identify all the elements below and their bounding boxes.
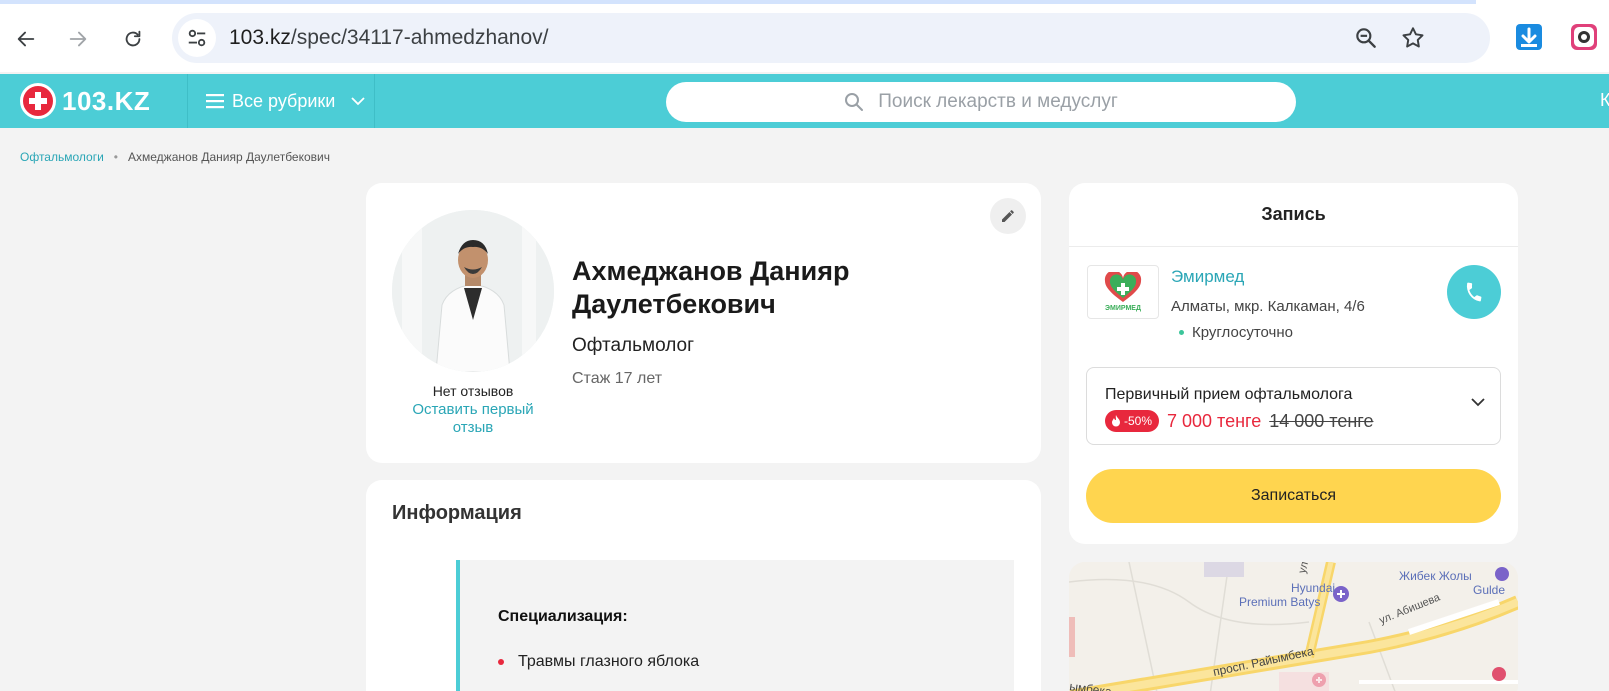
edit-button[interactable] bbox=[990, 198, 1026, 234]
doctor-experience: Стаж 17 лет bbox=[572, 370, 663, 387]
map-label-gulder: Gulde bbox=[1473, 583, 1505, 597]
browser-toolbar: 103.kz/spec/34117-ahmedzhanov/ bbox=[0, 0, 1609, 72]
map-label-hyundai: Hyundai bbox=[1291, 581, 1335, 595]
header-edge-link[interactable]: К bbox=[1600, 90, 1609, 111]
booking-card: Запись ЭМИРМЕД Эмирмед Алматы, мкр. Калк… bbox=[1069, 183, 1518, 544]
clinic-address: Алматы, мкр. Калкаман, 4/6 bbox=[1171, 298, 1365, 315]
url-path: /spec/34117-ahmedzhanov/ bbox=[290, 26, 549, 49]
phone-icon bbox=[1466, 282, 1482, 302]
url-text[interactable]: 103.kz/spec/34117-ahmedzhanov/ bbox=[229, 26, 549, 50]
zoom-out-icon[interactable] bbox=[1353, 25, 1379, 51]
arrow-right-icon bbox=[69, 31, 87, 47]
all-categories-label: Все рубрики bbox=[232, 90, 336, 111]
medical-cross-icon bbox=[20, 83, 56, 119]
tab-strip-edge bbox=[0, 0, 1609, 4]
clinic-hours: Круглосуточно bbox=[1179, 324, 1293, 341]
map-label-jibek: Жибек Жолы bbox=[1399, 569, 1472, 583]
breadcrumb: Офтальмологи • Ахмеджанов Данияр Даулетб… bbox=[20, 150, 330, 164]
url-domain: 103.kz bbox=[229, 26, 291, 49]
specialization-label: Специализация: bbox=[498, 608, 628, 625]
leave-review-link[interactable]: Оставить первый отзыв bbox=[403, 401, 543, 437]
discount-text: -50% bbox=[1124, 414, 1153, 428]
bullet-icon bbox=[498, 659, 504, 665]
info-title: Информация bbox=[392, 502, 522, 524]
service-name: Первичный прием офтальмолога bbox=[1105, 386, 1353, 403]
back-button[interactable] bbox=[9, 22, 43, 56]
booking-title: Запись bbox=[1069, 183, 1518, 247]
arrow-left-icon bbox=[17, 31, 35, 47]
address-bar[interactable]: 103.kz/spec/34117-ahmedzhanov/ bbox=[172, 13, 1490, 63]
search-input[interactable]: Поиск лекарств и медуслуг bbox=[666, 82, 1296, 122]
status-dot-icon bbox=[1179, 330, 1184, 335]
search-placeholder: Поиск лекарств и медуслуг bbox=[878, 91, 1118, 112]
clinic-map[interactable]: Hyundai Premium Batys Жибек Жолы Gulde у… bbox=[1069, 562, 1518, 691]
map-label-premium: Premium Batys bbox=[1239, 595, 1320, 609]
tune-icon bbox=[188, 29, 206, 47]
breadcrumb-current: Ахмеджанов Данияр Даулетбекович bbox=[128, 150, 330, 164]
forward-button[interactable] bbox=[61, 22, 95, 56]
specialization-block: Специализация: Травмы глазного яблока bbox=[456, 560, 1014, 691]
logo-text: 103.KZ bbox=[62, 85, 151, 116]
site-info-button[interactable] bbox=[178, 19, 216, 57]
clinic-logo-text: ЭМИРМЕД bbox=[1105, 305, 1141, 312]
specialization-item: Травмы глазного яблока bbox=[518, 653, 700, 670]
price-row: -50% 7 000 тенге 14 000 тенге bbox=[1105, 410, 1373, 432]
extension-icon[interactable] bbox=[1570, 23, 1598, 51]
breadcrumb-separator: • bbox=[113, 150, 118, 164]
doctor-name: Ахмеджанов Данияр Даулетбекович bbox=[572, 256, 850, 319]
reload-button[interactable] bbox=[116, 22, 150, 56]
discount-badge: -50% bbox=[1105, 410, 1160, 432]
all-categories-menu[interactable]: Все рубрики bbox=[187, 74, 375, 128]
clinic-name-link[interactable]: Эмирмед bbox=[1171, 267, 1244, 287]
fire-icon bbox=[1112, 415, 1120, 427]
information-card: Информация Специализация: Травмы глазног… bbox=[366, 480, 1041, 691]
clinic-logo[interactable]: ЭМИРМЕД bbox=[1087, 265, 1159, 319]
doctor-photo bbox=[392, 210, 554, 372]
pencil-icon bbox=[1002, 210, 1014, 222]
site-logo[interactable]: 103.KZ bbox=[20, 82, 150, 120]
list-item: Травмы глазного яблока bbox=[498, 653, 699, 671]
doctor-specialty: Офтальмолог bbox=[572, 335, 695, 356]
search-icon bbox=[845, 93, 864, 111]
reload-icon bbox=[125, 30, 141, 47]
heart-logo-icon bbox=[1104, 272, 1142, 302]
price-old: 14 000 тенге bbox=[1269, 410, 1374, 431]
chevron-down-icon bbox=[1471, 398, 1485, 407]
download-icon[interactable] bbox=[1515, 23, 1543, 51]
doctor-profile-card: Нет отзывов Оставить первый отзыв Ахмедж… bbox=[366, 183, 1041, 463]
book-appointment-button[interactable]: Записаться bbox=[1086, 469, 1501, 523]
hamburger-icon bbox=[206, 94, 224, 109]
chevron-down-icon bbox=[351, 97, 365, 106]
call-button[interactable] bbox=[1447, 265, 1501, 319]
site-header: 103.KZ Все рубрики Поиск лекарств и меду… bbox=[0, 74, 1609, 128]
price-new: 7 000 тенге bbox=[1167, 410, 1262, 431]
bookmark-star-icon[interactable] bbox=[1400, 25, 1426, 51]
breadcrumb-parent-link[interactable]: Офтальмологи bbox=[20, 150, 104, 164]
service-select[interactable]: Первичный прием офтальмолога -50% 7 000 … bbox=[1086, 367, 1501, 445]
map-canvas[interactable]: Hyundai Premium Batys Жибек Жолы Gulde у… bbox=[1069, 562, 1518, 691]
clinic-hours-text: Круглосуточно bbox=[1192, 324, 1293, 341]
no-reviews-text: Нет отзывов bbox=[432, 383, 514, 399]
